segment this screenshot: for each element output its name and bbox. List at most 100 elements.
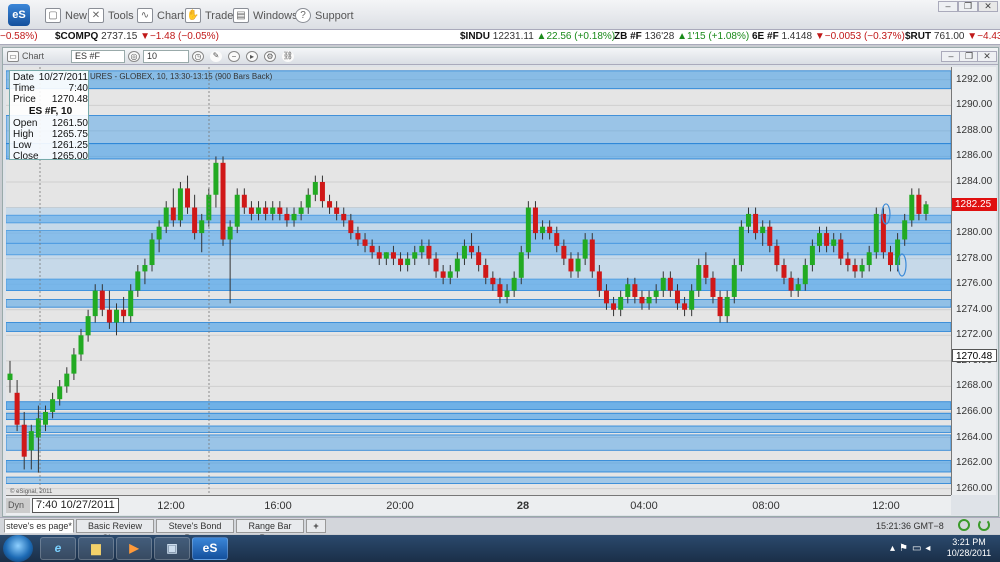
network-icon[interactable]: ▣ bbox=[154, 537, 190, 560]
price-axis[interactable]: 1292.00 1290.00 1288.00 1286.00 1284.00 1282.… bbox=[951, 67, 997, 495]
ie-icon[interactable]: e bbox=[40, 537, 76, 560]
ticker-lead: −0.58%) bbox=[0, 31, 38, 42]
esignal-icon[interactable]: eS bbox=[192, 537, 228, 560]
folder-icon[interactable]: ▆ bbox=[78, 537, 114, 560]
support-button[interactable]: ? Support bbox=[295, 7, 354, 24]
candle-body bbox=[561, 245, 567, 259]
candle-body bbox=[170, 207, 176, 221]
price-tick-label: 1292.00 bbox=[956, 73, 993, 85]
ticker-item[interactable]: $RUT 761.00 ▼−4.43 ( bbox=[905, 31, 1000, 42]
dyn-label: Dyn bbox=[6, 498, 30, 513]
candle-body bbox=[490, 277, 496, 285]
candle-body bbox=[355, 233, 361, 240]
candle-body bbox=[710, 277, 716, 297]
new-button[interactable]: ▢ New bbox=[45, 7, 87, 24]
price-zone bbox=[6, 476, 951, 484]
zoom-out-icon[interactable]: − bbox=[228, 51, 240, 62]
price-chart-plot[interactable] bbox=[6, 67, 951, 495]
connection-status-icon[interactable] bbox=[958, 519, 970, 531]
candle-body bbox=[824, 233, 830, 246]
last-price-label: 1282.25 bbox=[952, 198, 997, 212]
time-tick-label: 12:00 bbox=[157, 500, 185, 512]
settings-icon[interactable]: ⚙ bbox=[264, 51, 276, 62]
candle-body bbox=[895, 239, 901, 266]
candle-body bbox=[639, 296, 645, 304]
clock-icon[interactable]: ◷ bbox=[192, 51, 204, 62]
support-label: Support bbox=[315, 9, 354, 22]
candle-body bbox=[92, 290, 98, 317]
time-axis[interactable]: 12:00 16:00 20:00 28 04:00 08:00 12:00 Dyn 7:4… bbox=[6, 495, 951, 515]
candle-body bbox=[504, 290, 510, 297]
media-player-icon[interactable]: ▶ bbox=[116, 537, 152, 560]
interval-input[interactable]: 10 bbox=[143, 50, 189, 63]
candle-body bbox=[795, 284, 801, 291]
candle-body bbox=[99, 290, 105, 310]
restore-button[interactable]: ❐ bbox=[958, 1, 978, 12]
close-button[interactable]: ✕ bbox=[978, 1, 998, 12]
candle-body bbox=[582, 239, 588, 259]
candle-body bbox=[220, 162, 226, 240]
chart-button[interactable]: ∿ Chart bbox=[137, 7, 184, 24]
candle-body bbox=[291, 213, 297, 221]
esignal-logo: eS bbox=[8, 4, 30, 26]
candle-body bbox=[383, 252, 389, 259]
chart-close-button[interactable]: ✕ bbox=[977, 51, 997, 62]
candle-body bbox=[909, 194, 915, 221]
symbol-link-icon[interactable]: ◎ bbox=[128, 51, 140, 62]
price-zone bbox=[6, 425, 951, 433]
chart-restore-button[interactable]: ❐ bbox=[959, 51, 979, 62]
candle-body bbox=[660, 277, 666, 291]
refresh-icon[interactable] bbox=[978, 519, 990, 531]
price-zone bbox=[6, 299, 951, 308]
candle-body bbox=[461, 245, 467, 259]
system-tray-icons[interactable]: ▴⚑▭◂ bbox=[890, 543, 934, 554]
candle-body bbox=[369, 245, 375, 253]
candle-body bbox=[199, 220, 205, 234]
price-tick-label: 1268.00 bbox=[956, 380, 993, 392]
candle-body bbox=[781, 265, 787, 278]
candle-body bbox=[469, 245, 475, 253]
candle-body bbox=[859, 265, 865, 272]
add-tab-button[interactable]: + bbox=[306, 519, 326, 533]
minimize-button[interactable]: – bbox=[938, 1, 958, 12]
tab-basic-review-charts[interactable]: Basic Review Charts bbox=[76, 519, 154, 543]
ticker-item[interactable]: 6E #F 1.4148 ▼−0.0053 (−0.37%) bbox=[752, 31, 905, 42]
candle-body bbox=[525, 207, 531, 253]
info-low-row: Low 1261.25 bbox=[13, 140, 88, 151]
windows-button[interactable]: ▤ Windows bbox=[233, 7, 298, 24]
taskbar-clock[interactable]: 3:21 PM 10/28/2011 bbox=[942, 537, 996, 559]
symbol-input[interactable]: ES #F bbox=[71, 50, 125, 63]
trade-button[interactable]: ✋ Trade bbox=[185, 7, 233, 24]
candle-body bbox=[476, 252, 482, 266]
info-symbol: ES #F, 10 bbox=[28, 106, 73, 117]
play-icon[interactable]: ▸ bbox=[246, 51, 258, 62]
candle-body bbox=[121, 309, 127, 317]
candle-body bbox=[142, 265, 148, 272]
candle-body bbox=[696, 265, 702, 291]
tools-button[interactable]: ✕ Tools bbox=[88, 7, 134, 24]
ticker-item[interactable]: $COMPQ 2737.15 ▼−1.48 (−0.05%) bbox=[55, 31, 219, 42]
windows-icon: ▤ bbox=[233, 8, 249, 23]
candle-body bbox=[50, 399, 56, 412]
price-tick-label: 1280.00 bbox=[956, 227, 993, 239]
chart-minimize-button[interactable]: – bbox=[941, 51, 961, 62]
price-tick-label: 1286.00 bbox=[956, 150, 993, 162]
tab-steves-bond-page[interactable]: Steve's Bond Page bbox=[156, 519, 234, 543]
new-icon: ▢ bbox=[45, 8, 61, 23]
ticker-item[interactable]: ZB #F 136'28 ▲1'15 (+1.08%) bbox=[614, 31, 749, 42]
price-tick-label: 1288.00 bbox=[956, 124, 993, 136]
draw-tool-icon[interactable]: ✎ bbox=[210, 51, 222, 62]
tab-range-bar-page[interactable]: Range Bar Page bbox=[236, 519, 304, 543]
candle-body bbox=[312, 181, 318, 195]
candle-body bbox=[433, 258, 439, 272]
tab-steves-es-page[interactable]: steve's es page* bbox=[4, 519, 74, 533]
price-tick-label: 1264.00 bbox=[956, 431, 993, 443]
candle-body bbox=[454, 258, 460, 272]
price-zone bbox=[6, 322, 951, 332]
price-zone bbox=[6, 401, 951, 410]
info-price-row: Price 1270.48 bbox=[13, 94, 88, 105]
candle-body bbox=[653, 290, 659, 297]
link-icon[interactable]: ⛓ bbox=[282, 51, 294, 62]
ticker-item[interactable]: $INDU 12231.11 ▲22.56 (+0.18%) bbox=[460, 31, 615, 42]
start-button[interactable] bbox=[3, 535, 33, 562]
